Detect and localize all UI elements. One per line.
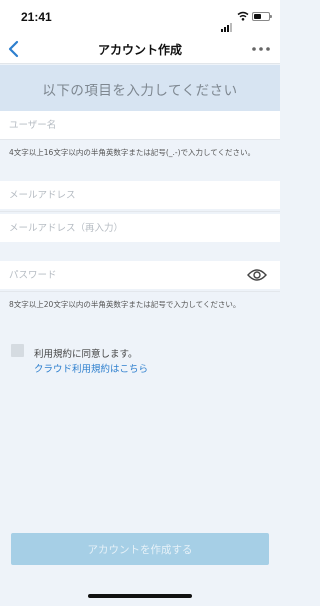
password-field-row [0,261,280,289]
home-indicator [88,594,192,598]
terms-agree-label: 利用規約に同意します。 [34,349,138,360]
create-account-button[interactable]: アカウントを作成する [11,533,269,565]
page-title: アカウント作成 [97,43,182,57]
email-input[interactable] [0,181,280,209]
username-hint: 4文字以上16文字以内の半角英数字または記号(_.-)で入力してください。 [9,148,256,157]
password-hint: 8文字以上20文字以内の半角英数字または記号で入力してください。 [9,300,241,309]
divider [0,211,280,212]
username-field-row [0,111,280,139]
eye-icon[interactable] [247,268,267,282]
divider [0,139,280,140]
terms-link[interactable]: クラウド利用規約はこちら [34,361,148,375]
email-confirm-field-row [0,214,280,242]
wifi-icon [237,11,249,21]
instruction-banner: 以下の項目を入力してください [0,65,280,111]
email-confirm-input[interactable] [0,214,280,242]
status-bar: 21:41 [0,0,280,34]
signal-icon [221,13,233,32]
username-input[interactable] [0,111,280,139]
battery-icon [252,12,272,21]
terms-checkbox[interactable] [11,344,24,357]
email-field-row [0,181,280,209]
instruction-text: 以下の項目を入力してください [42,83,238,99]
divider [0,291,280,292]
status-time: 21:41 [21,10,52,24]
more-icon[interactable] [250,40,272,58]
nav-bar: アカウント作成 [0,34,280,64]
password-input[interactable] [0,261,280,289]
